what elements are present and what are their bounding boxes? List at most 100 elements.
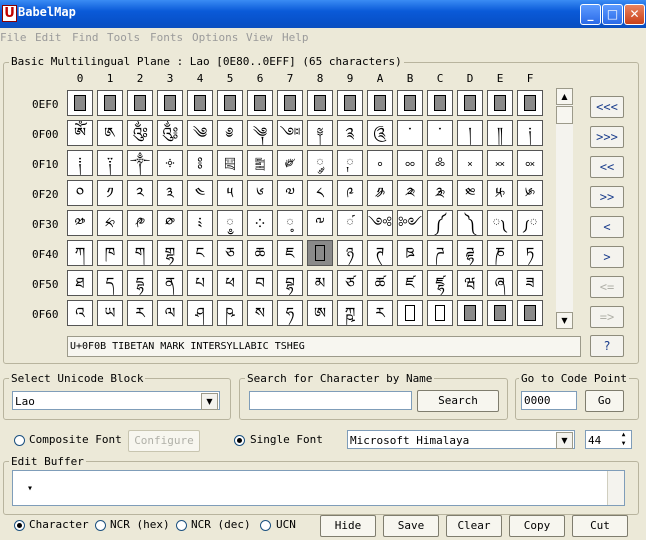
character-cell[interactable]: ཕ [217, 270, 243, 296]
character-cell[interactable]: ༬ [427, 180, 453, 206]
character-cell[interactable]: ༑ [97, 150, 123, 176]
character-cell[interactable]: ༥ [217, 180, 243, 206]
character-cell[interactable]: ཋ [397, 240, 423, 266]
character-cell[interactable]: ༨ [307, 180, 333, 206]
nav-back-button[interactable]: <= [590, 276, 624, 298]
unassigned-cell[interactable] [67, 90, 93, 116]
character-cell[interactable]: ཇ [277, 240, 303, 266]
unassigned-cell[interactable] [127, 90, 153, 116]
character-cell[interactable]: ཛྷ [427, 270, 453, 296]
cut-button[interactable]: Cut [572, 515, 628, 537]
character-cell[interactable]: ཎ [487, 240, 513, 266]
character-cell[interactable]: ར [127, 300, 153, 326]
character-cell[interactable]: ༐ [67, 150, 93, 176]
character-cell[interactable]: ༾ [487, 210, 513, 236]
menu-edit[interactable]: Edit [35, 31, 62, 44]
character-cell[interactable]: ཌྷ [457, 240, 483, 266]
code-point-input[interactable] [521, 391, 577, 410]
unassigned-cell[interactable] [487, 90, 513, 116]
character-cell[interactable]: ༏ [517, 120, 543, 146]
character-cell[interactable]: ༊ [367, 120, 393, 146]
character-cell[interactable]: ༡ [97, 180, 123, 206]
character-cell[interactable]: ཏ [517, 240, 543, 266]
character-cell[interactable]: ལ [157, 300, 183, 326]
character-cell[interactable]: ཆ [247, 240, 273, 266]
unassigned-cell[interactable] [367, 90, 393, 116]
character-cell[interactable]: ༰ [67, 210, 93, 236]
character-cell[interactable]: ཥ [217, 300, 243, 326]
character-cell[interactable]: ཀ [67, 240, 93, 266]
character-cell[interactable]: ༳ [157, 210, 183, 236]
character-cell[interactable]: ཨ [307, 300, 333, 326]
character-cell[interactable]: ༕ [217, 150, 243, 176]
character-cell[interactable]: ཤ [187, 300, 213, 326]
spin-up-icon[interactable]: ▲ [617, 431, 630, 439]
character-cell[interactable]: མ [307, 270, 333, 296]
nav-next-page-button[interactable]: > [590, 246, 624, 268]
character-cell[interactable]: ན [157, 270, 183, 296]
character-cell[interactable]: ༦ [247, 180, 273, 206]
missing-glyph-cell[interactable] [307, 240, 333, 266]
configure-button[interactable]: Configure [128, 430, 200, 452]
composite-font-radio[interactable] [14, 435, 25, 446]
format-ncr-hex-radio[interactable] [95, 520, 106, 531]
menu-options[interactable]: Options [192, 31, 238, 44]
unassigned-cell[interactable] [307, 90, 333, 116]
character-cell[interactable]: ༵ [217, 210, 243, 236]
grid-scrollbar[interactable]: ▲ ▼ [556, 88, 573, 329]
character-cell[interactable]: ༼ [427, 210, 453, 236]
character-cell[interactable]: ༖ [247, 150, 273, 176]
character-cell[interactable]: ༪ [367, 180, 393, 206]
single-font-radio[interactable] [234, 435, 245, 446]
unassigned-cell[interactable] [517, 300, 543, 326]
character-cell[interactable]: ༠ [67, 180, 93, 206]
character-cell[interactable]: ༧ [277, 180, 303, 206]
character-cell[interactable]: ༔ [187, 150, 213, 176]
scroll-up-icon[interactable]: ▲ [556, 88, 573, 105]
character-cell[interactable]: ཡ [97, 300, 123, 326]
character-cell[interactable]: ༛ [397, 150, 423, 176]
edit-buffer-scrollbar[interactable] [607, 471, 624, 505]
unicode-block-select[interactable]: Lao ▼ [12, 391, 220, 410]
copy-button[interactable]: Copy [509, 515, 565, 537]
character-cell[interactable]: ༮ [487, 180, 513, 206]
character-cell[interactable]: ༜ [427, 150, 453, 176]
missing-glyph-cell[interactable] [427, 300, 453, 326]
edit-buffer-textarea[interactable]: ▾ [12, 470, 625, 506]
character-cell[interactable]: ༗ [277, 150, 303, 176]
menu-file[interactable]: File [0, 31, 27, 44]
format-ucn-radio[interactable] [260, 520, 271, 531]
character-cell[interactable]: ༲ [127, 210, 153, 236]
unassigned-cell[interactable] [157, 90, 183, 116]
go-button[interactable]: Go [585, 390, 624, 412]
close-button[interactable]: ✕ [624, 4, 645, 25]
nav-prev-block-button[interactable]: << [590, 156, 624, 178]
hide-button[interactable]: Hide [320, 515, 376, 537]
character-cell[interactable]: ཁ [97, 240, 123, 266]
menu-fonts[interactable]: Fonts [150, 31, 183, 44]
character-cell[interactable]: ༒ [127, 150, 153, 176]
character-cell[interactable]: ༝ [457, 150, 483, 176]
unassigned-cell[interactable] [217, 90, 243, 116]
character-cell[interactable]: འ [67, 300, 93, 326]
character-cell[interactable]: ༩ [337, 180, 363, 206]
character-cell[interactable]: ༙ [337, 150, 363, 176]
unassigned-cell[interactable] [457, 90, 483, 116]
character-cell[interactable]: ག [127, 240, 153, 266]
missing-glyph-cell[interactable] [397, 300, 423, 326]
character-cell[interactable]: ཅ [217, 240, 243, 266]
character-cell[interactable]: ཟ [517, 270, 543, 296]
unassigned-cell[interactable] [337, 90, 363, 116]
character-cell[interactable]: ས [247, 300, 273, 326]
character-cell[interactable]: ཊ [367, 240, 393, 266]
character-cell[interactable]: ༫ [397, 180, 423, 206]
clear-button[interactable]: Clear [446, 515, 502, 537]
character-cell[interactable]: གྷ [157, 240, 183, 266]
character-cell[interactable]: ང [187, 240, 213, 266]
minimize-button[interactable]: _ [580, 4, 601, 25]
search-input[interactable] [249, 391, 412, 410]
character-cell[interactable]: ༤ [187, 180, 213, 206]
search-button[interactable]: Search [417, 390, 499, 412]
character-cell[interactable]: ༅ [217, 120, 243, 146]
character-cell[interactable]: ༘ [307, 150, 333, 176]
